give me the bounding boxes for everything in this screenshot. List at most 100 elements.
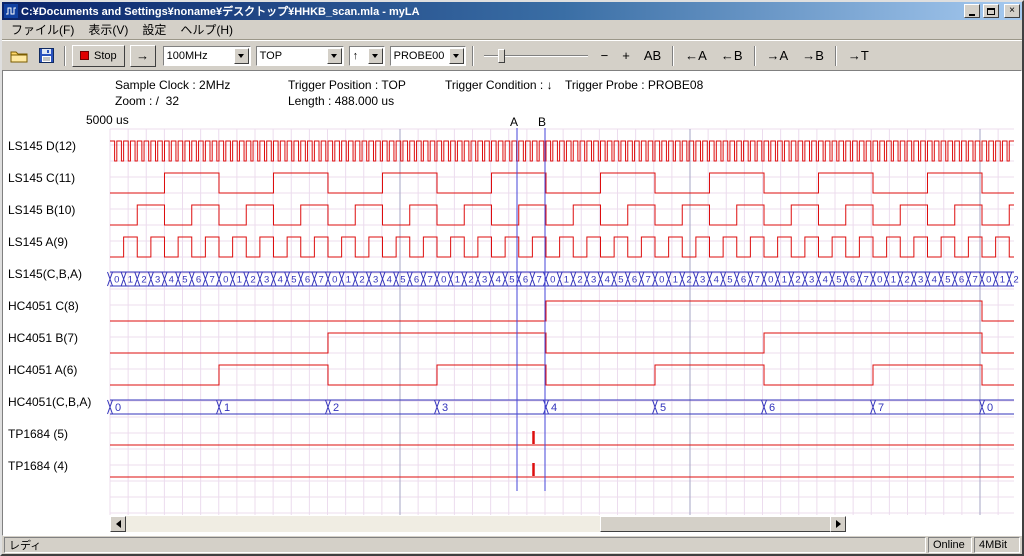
bus-value: 2: [250, 275, 255, 286]
bus-value: 1: [673, 275, 678, 286]
bus-value: 0: [659, 275, 664, 286]
bus-value: 7: [973, 275, 978, 286]
run-button[interactable]: →: [130, 45, 156, 67]
trigger-position-info: Trigger Position : TOP: [288, 78, 406, 92]
dropdown-arrow-icon[interactable]: [327, 48, 342, 64]
toolbar-selects: 100MHz TOP ↑ PROBE00: [163, 46, 466, 66]
save-button[interactable]: [34, 44, 58, 68]
bus-value: 6: [741, 275, 746, 286]
bus-value: 6: [523, 275, 528, 286]
bus-value: 4: [714, 275, 719, 286]
scrollbar-thumb[interactable]: [600, 516, 833, 532]
app-window: C:¥Documents and Settings¥noname¥デスクトップ¥…: [0, 0, 1024, 556]
bus-value: 5: [509, 275, 514, 286]
bus-value: 2: [468, 275, 473, 286]
button-zoom-ab[interactable]: AB: [638, 45, 667, 67]
bus-value: 2: [686, 275, 691, 286]
bus-value: 3: [155, 275, 160, 286]
bus-value: 0: [223, 275, 228, 286]
select-value: TOP: [257, 50, 327, 62]
bus-value: 4: [551, 402, 557, 414]
select-trigger-edge[interactable]: ↑: [349, 46, 385, 66]
bus-value: 3: [809, 275, 814, 286]
bus-value: 4: [387, 275, 392, 286]
floppy-icon: [39, 48, 54, 63]
toolbar-separator: [472, 46, 474, 66]
minimize-button[interactable]: [964, 4, 980, 18]
bus-value: 2: [795, 275, 800, 286]
stop-button[interactable]: Stop: [72, 45, 125, 67]
waveform-client-area: 0123456701234567012345670123456701234567…: [2, 70, 1022, 536]
bus-value: 1: [564, 275, 569, 286]
select-sample-rate[interactable]: 100MHz: [163, 46, 251, 66]
folder-open-icon: [10, 49, 28, 63]
waveform-display[interactable]: 0123456701234567012345670123456701234567…: [3, 71, 1021, 535]
scroll-left-button[interactable]: [110, 516, 126, 532]
menu-view[interactable]: 表示(V): [81, 19, 135, 40]
scroll-right-button[interactable]: [830, 516, 846, 532]
maximize-icon: [987, 8, 995, 15]
bus-value: 1: [1000, 275, 1005, 286]
window-titlebar[interactable]: C:¥Documents and Settings¥noname¥デスクトップ¥…: [2, 2, 1022, 20]
bus-value: 2: [359, 275, 364, 286]
bus-value: 7: [537, 275, 542, 286]
menu-bar: ファイル(F)表示(V)設定ヘルプ(H): [2, 20, 1022, 40]
select-value: ↑: [350, 50, 368, 62]
bus-value: 0: [877, 275, 882, 286]
button-move-b-left[interactable]: ←B: [715, 45, 749, 67]
status-ready: レディ: [4, 537, 926, 553]
bus-value: 7: [864, 275, 869, 286]
toolbar-buttons: −+AB ←A←B →A→B →T: [595, 45, 875, 67]
open-file-button[interactable]: [7, 44, 31, 68]
waveform-trace: [110, 333, 1014, 353]
menu-help[interactable]: ヘルプ(H): [173, 19, 240, 40]
select-trigger-position[interactable]: TOP: [256, 46, 344, 66]
bus-value: 5: [400, 275, 405, 286]
bus-transitions: [108, 272, 1012, 286]
button-zoom-in[interactable]: +: [616, 45, 636, 67]
maximize-button[interactable]: [983, 4, 999, 18]
zoom-info: Zoom : / 32: [115, 94, 179, 108]
markers: AB: [510, 115, 546, 491]
bus-value: 4: [823, 275, 828, 286]
waveform-trace: [110, 301, 1014, 321]
bus-value: 2: [141, 275, 146, 286]
dropdown-arrow-icon[interactable]: [449, 48, 464, 64]
bus-value: 0: [550, 275, 555, 286]
dropdown-arrow-icon[interactable]: [368, 48, 383, 64]
bus-value: 6: [850, 275, 855, 286]
menu-settings[interactable]: 設定: [135, 19, 173, 40]
menu-file[interactable]: ファイル(F): [4, 19, 81, 40]
button-move-a-right[interactable]: →A: [761, 45, 795, 67]
dropdown-arrow-icon[interactable]: [234, 48, 249, 64]
length-info: Length : 488.000 us: [288, 94, 394, 108]
right-arrow-icon: [836, 520, 845, 528]
bus-value: 5: [945, 275, 950, 286]
channel-label: LS145 B(10): [8, 203, 75, 217]
bus-value: 3: [442, 402, 448, 414]
close-button[interactable]: ×: [1004, 4, 1020, 18]
bus-value: 7: [210, 275, 215, 286]
toolbar-separator: [754, 46, 756, 66]
bus-value: 5: [618, 275, 623, 286]
marker-label: B: [538, 115, 546, 129]
button-zoom-out[interactable]: −: [595, 45, 615, 67]
button-move-a-left[interactable]: ←A: [679, 45, 713, 67]
horizontal-scrollbar[interactable]: [110, 516, 846, 532]
slider-handle[interactable]: [498, 49, 505, 63]
bus-value: 3: [482, 275, 487, 286]
waveform-trace: [110, 365, 1014, 385]
bus-value: 5: [182, 275, 187, 286]
bus-value: 7: [878, 402, 884, 414]
bus-value: 4: [605, 275, 610, 286]
button-goto-trigger[interactable]: →T: [842, 45, 875, 67]
zoom-slider[interactable]: [484, 46, 588, 66]
toolbar-separator: [835, 46, 837, 66]
channel-label: HC4051(C,B,A): [8, 395, 91, 409]
bus-value: 3: [373, 275, 378, 286]
channel-label: HC4051 C(8): [8, 299, 79, 313]
button-move-b-right[interactable]: →B: [796, 45, 830, 67]
select-trigger-probe[interactable]: PROBE00: [390, 46, 466, 66]
waveform-trace: [110, 237, 1014, 257]
status-bar: レディ Online 4MBit: [2, 536, 1022, 554]
